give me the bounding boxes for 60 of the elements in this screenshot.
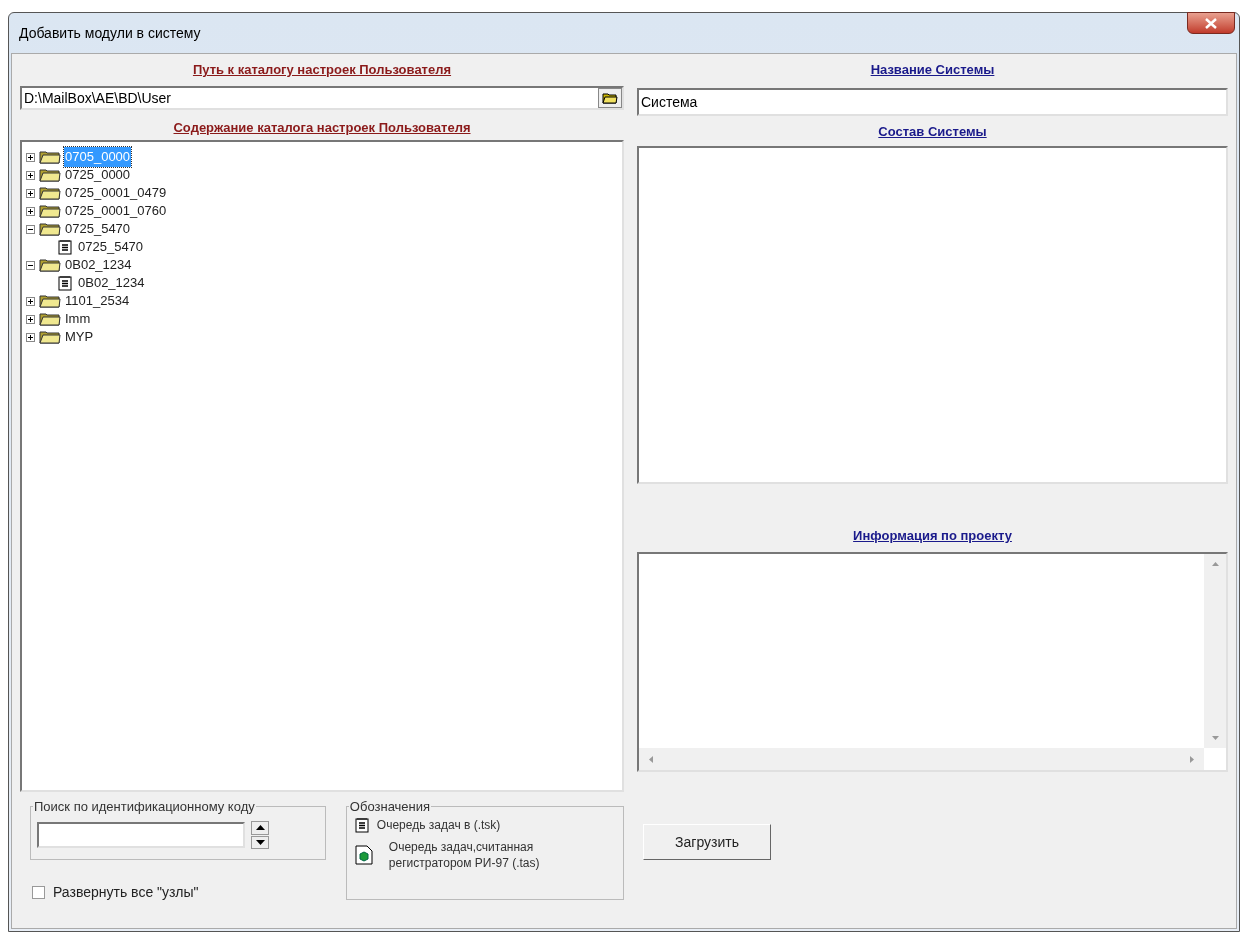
checkbox-label: Развернуть все "узлы" xyxy=(53,883,199,902)
tree-item[interactable]: Imm xyxy=(64,309,92,329)
folder-icon xyxy=(39,150,61,164)
tree-item[interactable]: 0725_0001_0479 xyxy=(64,183,168,203)
expand-toggle[interactable] xyxy=(26,170,35,180)
folder-icon xyxy=(39,186,61,200)
folder-tree[interactable]: 0705_0000 0725_0000 0725_0001_0479 0725_0001_0760 0725_5470 0725_5470 0B02_1234 0B02_1234 1101_2534 Imm MYP xyxy=(20,140,624,792)
document-icon xyxy=(354,817,369,833)
tree-item[interactable]: 0725_0001_0760 xyxy=(64,201,168,221)
tree-item[interactable]: 0725_5470 xyxy=(78,237,144,257)
legend-text: Очередь задач в (.tsk) xyxy=(376,817,501,833)
browse-button[interactable] xyxy=(598,88,622,108)
down-arrow-icon xyxy=(255,839,265,845)
legend-text: Очередь задач,считанная регистратором РИ-97 (.tas) xyxy=(388,839,541,871)
document-icon xyxy=(58,275,72,291)
spin-button[interactable] xyxy=(251,821,269,849)
expand-toggle[interactable] xyxy=(26,296,35,306)
left-arrow-icon xyxy=(649,755,653,763)
window-title: Добавить модули в систему xyxy=(19,23,201,43)
checkbox[interactable] xyxy=(32,886,45,899)
expand-toggle[interactable] xyxy=(26,188,35,198)
section-heading: Информация по проекту xyxy=(852,527,1013,545)
tree-item[interactable]: 0B02_1234 xyxy=(64,255,133,275)
up-arrow-icon xyxy=(1211,562,1219,566)
folder-icon xyxy=(39,258,61,272)
section-heading: Содержание каталога настроек Пользователя xyxy=(172,119,472,137)
path-field[interactable]: D:\MailBox\AE\BD\User xyxy=(20,86,624,110)
collapse-toggle[interactable] xyxy=(26,260,35,270)
folder-icon xyxy=(39,294,61,308)
expand-toggle[interactable] xyxy=(26,152,35,162)
right-arrow-icon xyxy=(1190,755,1194,763)
folder-icon xyxy=(39,168,61,182)
tree-item[interactable]: 0725_5470 xyxy=(64,219,132,239)
tree-item[interactable]: 0725_0000 xyxy=(64,165,132,185)
expand-toggle[interactable] xyxy=(26,332,35,342)
folder-icon xyxy=(39,312,61,326)
up-arrow-icon xyxy=(255,825,265,831)
horizontal-scrollbar[interactable] xyxy=(639,748,1204,770)
system-name-field[interactable]: Система xyxy=(637,88,1228,116)
section-heading: Название Системы xyxy=(869,61,996,79)
close-button[interactable] xyxy=(1187,12,1235,34)
document-cube-icon xyxy=(354,845,373,865)
expand-toggle[interactable] xyxy=(26,314,35,324)
tree-item[interactable]: 1101_2534 xyxy=(64,291,131,311)
down-arrow-icon xyxy=(1211,736,1219,740)
section-heading: Состав Системы xyxy=(877,123,988,141)
document-icon xyxy=(58,239,72,255)
load-button[interactable]: Загрузить xyxy=(643,824,771,860)
tree-item[interactable]: 0B02_1234 xyxy=(78,273,145,293)
collapse-toggle[interactable] xyxy=(26,224,35,234)
close-icon xyxy=(1205,17,1217,29)
folder-icon xyxy=(602,92,618,104)
expand-toggle[interactable] xyxy=(26,206,35,216)
tree-item[interactable]: MYP xyxy=(64,327,95,347)
vertical-scrollbar[interactable] xyxy=(1204,554,1226,748)
search-field[interactable] xyxy=(37,822,245,848)
folder-icon xyxy=(39,204,61,218)
section-heading: Путь к каталогу настроек Пользователя xyxy=(191,61,453,79)
folder-icon xyxy=(39,222,61,236)
folder-icon xyxy=(39,330,61,344)
